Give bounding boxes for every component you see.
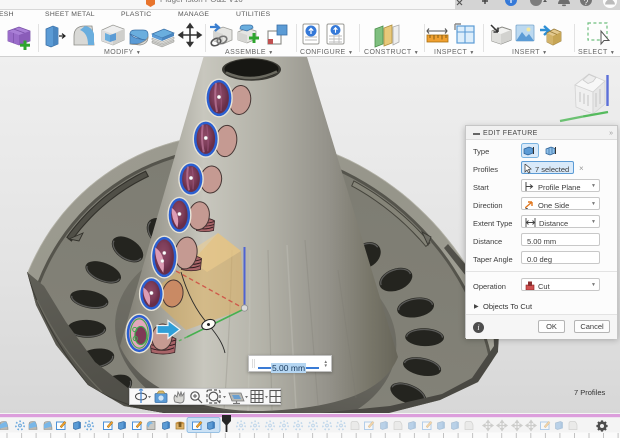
svg-text:?: ?	[584, 0, 589, 7]
